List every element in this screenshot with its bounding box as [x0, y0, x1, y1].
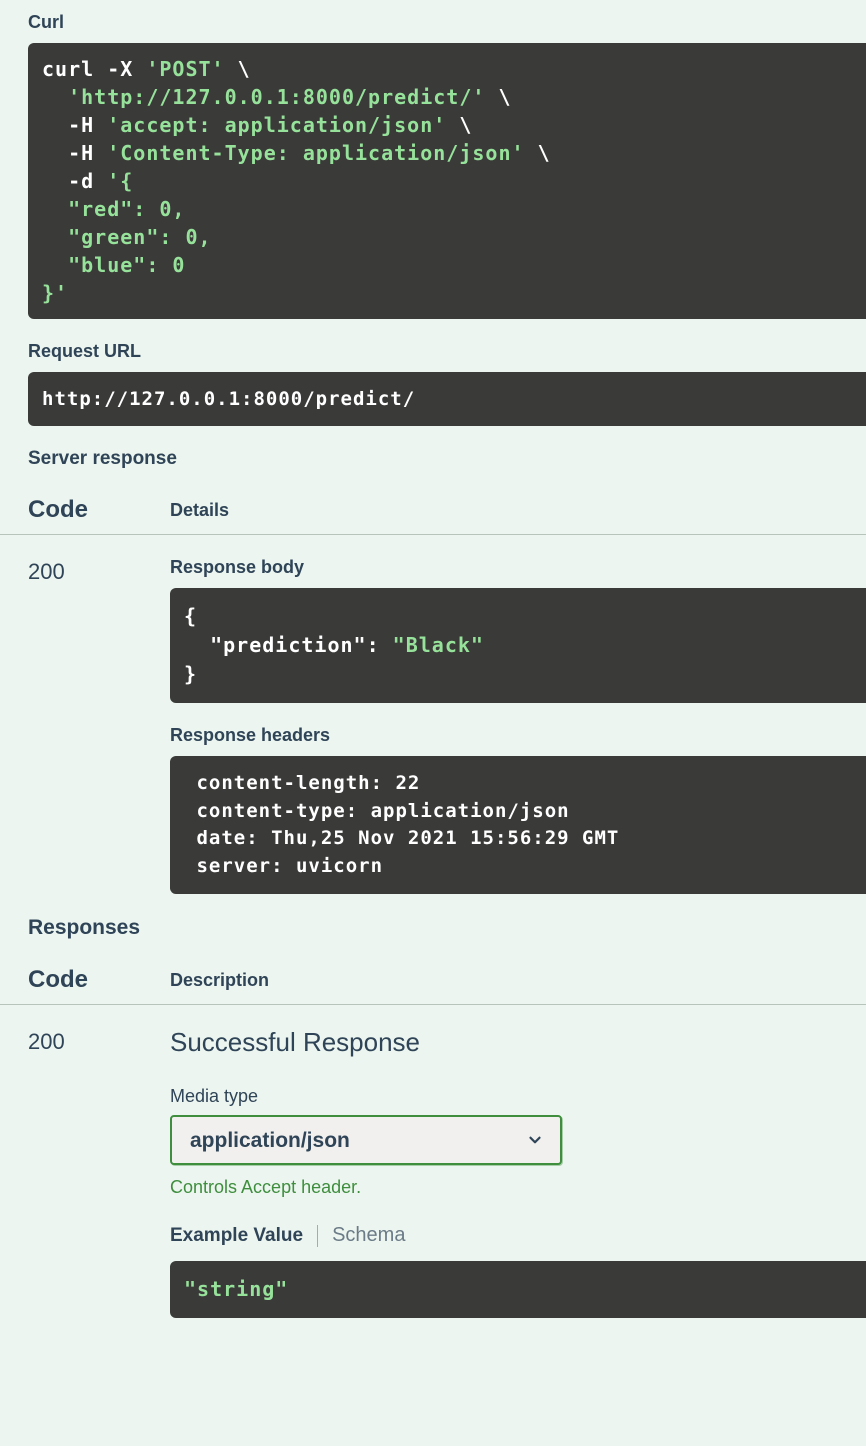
curl-token: \ [485, 85, 511, 109]
details-column-header: Details [170, 496, 229, 524]
response-headers-codeblock: content-length: 22 content-type: applica… [170, 756, 866, 894]
curl-token: \ [225, 57, 251, 81]
curl-token: -d [42, 169, 107, 193]
curl-token: -H [42, 113, 107, 137]
tab-divider [317, 1225, 318, 1247]
curl-label: Curl [0, 0, 866, 43]
media-type-label: Media type [170, 1086, 866, 1107]
responses-code: 200 [28, 1027, 170, 1318]
body-token: { [184, 604, 197, 628]
body-token: : [367, 633, 393, 657]
curl-token: \ [446, 113, 472, 137]
response-body-codeblock: { "prediction": "Black" } [170, 588, 866, 703]
responses-row: 200 Successful Response Media type appli… [0, 1005, 866, 1318]
body-token: "prediction" [184, 633, 367, 657]
curl-token: }' [42, 281, 68, 305]
tab-schema[interactable]: Schema [332, 1224, 405, 1247]
body-token: "Black" [393, 633, 484, 657]
curl-token: \ [525, 141, 551, 165]
request-url-label: Request URL [0, 319, 866, 372]
response-view-tabs: Example Value Schema [170, 1224, 866, 1247]
media-type-select-wrap[interactable]: application/json [170, 1115, 562, 1165]
curl-token: -H [42, 141, 107, 165]
curl-token: 'Content-Type: application/json' [107, 141, 524, 165]
response-code: 200 [28, 557, 170, 894]
request-url-value: http://127.0.0.1:8000/predict/ [28, 372, 866, 426]
curl-token: '{ [107, 169, 133, 193]
curl-token: curl -X [42, 57, 146, 81]
controls-accept-mid: Accept [241, 1177, 296, 1197]
curl-codeblock: curl -X 'POST' \ 'http://127.0.0.1:8000/… [28, 43, 866, 319]
server-response-row: 200 Response body { "prediction": "Black… [0, 535, 866, 894]
controls-accept-prefix: Controls [170, 1177, 241, 1197]
response-body-label: Response body [170, 557, 866, 578]
curl-token: "red": 0, [42, 197, 185, 221]
curl-token: 'accept: application/json' [107, 113, 446, 137]
responses-label: Responses [0, 894, 866, 954]
example-token: "string" [184, 1277, 288, 1301]
controls-accept-suffix: header. [296, 1177, 361, 1197]
description-column-header: Description [170, 966, 269, 994]
body-token: } [184, 662, 197, 686]
server-response-header-row: Code Details [0, 484, 866, 535]
curl-token: 'http://127.0.0.1:8000/predict/' [42, 85, 485, 109]
response-headers-label: Response headers [170, 725, 866, 746]
curl-token: "blue": 0 [42, 253, 185, 277]
tab-example-value[interactable]: Example Value [170, 1225, 303, 1247]
media-type-select[interactable]: application/json [170, 1115, 562, 1165]
server-response-label: Server response [0, 426, 866, 484]
code-column-header: Code [28, 966, 170, 994]
responses-header-row: Code Description [0, 954, 866, 1005]
example-value-codeblock: "string" [170, 1261, 866, 1318]
controls-accept-text: Controls Accept header. [170, 1177, 866, 1198]
curl-token: 'POST' [146, 57, 224, 81]
successful-response-title: Successful Response [170, 1027, 866, 1058]
code-column-header: Code [28, 496, 170, 524]
curl-token: "green": 0, [42, 225, 212, 249]
